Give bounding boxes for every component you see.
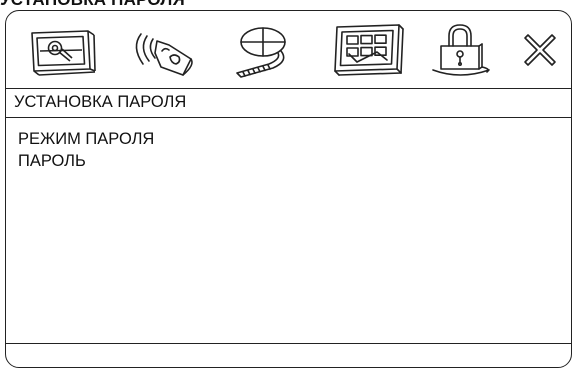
- status-bar: [6, 343, 571, 367]
- password-lock-icon[interactable]: [424, 11, 496, 88]
- menu-item-password-mode[interactable]: РЕЖИМ ПАРОЛЯ: [18, 128, 154, 150]
- page-heading-fragment: УСТАНОВКА ПАРОЛЯ: [0, 0, 185, 10]
- icon-toolbar: [6, 11, 571, 88]
- settings-menu-list: РЕЖИМ ПАРОЛЯ ПАРОЛЬ: [6, 118, 571, 343]
- menu-item-password[interactable]: ПАРОЛЬ: [18, 150, 86, 172]
- settings-tool-icon[interactable]: [22, 11, 102, 88]
- audio-speaker-icon[interactable]: [118, 11, 202, 88]
- video-film-icon[interactable]: [220, 11, 306, 88]
- preferences-grid-icon[interactable]: [324, 11, 410, 88]
- section-title: УСТАНОВКА ПАРОЛЯ: [6, 88, 571, 118]
- exit-close-icon[interactable]: [514, 11, 566, 88]
- osd-menu-frame: УСТАНОВКА ПАРОЛЯ РЕЖИМ ПАРОЛЯ ПАРОЛЬ: [5, 10, 572, 368]
